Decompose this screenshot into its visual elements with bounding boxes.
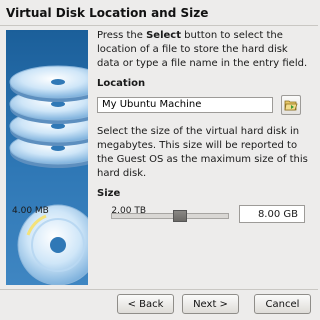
location-row [97, 95, 311, 115]
size-label: Size [97, 188, 121, 199]
location-label: Location [97, 78, 146, 89]
select-keyword: Select [146, 30, 181, 41]
size-slider-thumb[interactable] [173, 210, 187, 222]
size-input[interactable]: 8.00 GB [239, 205, 305, 223]
next-button[interactable]: Next > [182, 294, 239, 314]
instructions-text: Press the Select button to select the lo… [97, 30, 308, 69]
size-min-label: 4.00 MB [12, 206, 49, 216]
content-panel: Press the Select button to select the lo… [97, 29, 311, 229]
disk-stack-image [6, 30, 88, 285]
page-title: Virtual Disk Location and Size [6, 6, 209, 20]
slider-scale: 4.00 MB 2.00 TB [12, 206, 146, 216]
size-max-label: 2.00 TB [111, 206, 146, 216]
title-divider [0, 25, 318, 26]
button-divider [0, 289, 318, 290]
back-button[interactable]: < Back [117, 294, 174, 314]
cancel-button[interactable]: Cancel [254, 294, 311, 314]
folder-open-icon [284, 100, 298, 111]
location-input[interactable] [97, 97, 273, 113]
size-description: Select the size of the virtual hard disk… [97, 126, 308, 179]
select-folder-button[interactable] [281, 95, 301, 115]
